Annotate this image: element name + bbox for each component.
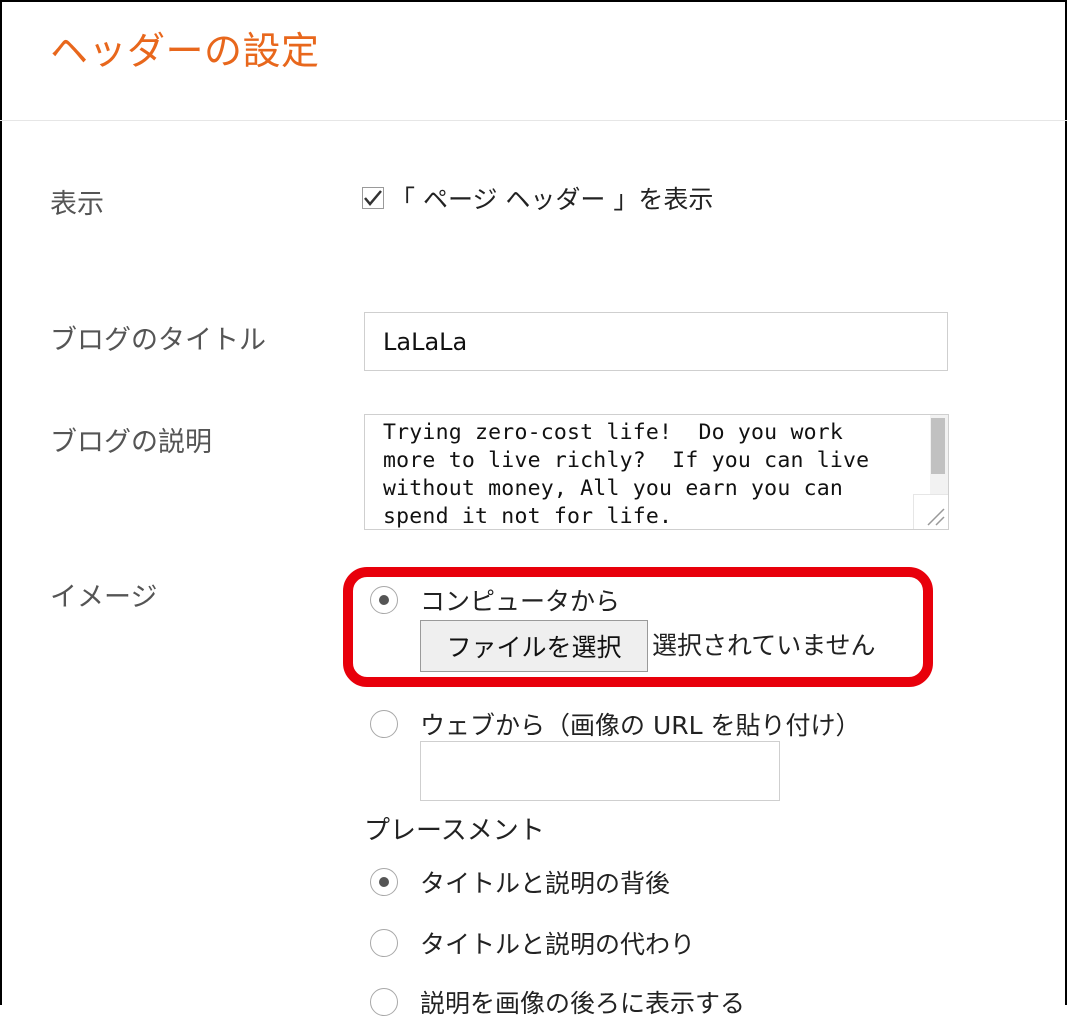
textarea-scrollbar[interactable]	[930, 415, 948, 494]
placement-after-option[interactable]: 説明を画像の後ろに表示する	[370, 984, 745, 1020]
image-source-web-option[interactable]: ウェブから（画像の URL を貼り付け）	[370, 706, 861, 742]
placement-instead-option[interactable]: タイトルと説明の代わり	[370, 925, 695, 961]
placement-behind-radio[interactable]	[370, 868, 398, 896]
show-header-label: 「 ページ ヘッダー 」を表示	[390, 185, 714, 214]
image-source-web-radio[interactable]	[370, 710, 398, 738]
resize-grip-icon[interactable]	[913, 494, 948, 529]
placement-after-radio[interactable]	[370, 988, 398, 1016]
placement-label: プレースメント	[364, 816, 545, 846]
blog-description-label: ブログの説明	[50, 427, 212, 458]
image-label: イメージ	[50, 582, 158, 613]
blog-description-text: Trying zero-cost life! Do you work more …	[383, 420, 870, 529]
blog-title-input[interactable]	[364, 312, 948, 371]
highlight-annotation	[343, 567, 933, 687]
placement-after-label: 説明を画像の後ろに表示する	[420, 989, 746, 1018]
display-label: 表示	[50, 189, 104, 220]
placement-behind-label: タイトルと説明の背後	[420, 869, 671, 898]
placement-instead-radio[interactable]	[370, 929, 398, 957]
show-page-header-option[interactable]: 「 ページ ヘッダー 」を表示	[362, 180, 713, 216]
placement-behind-option[interactable]: タイトルと説明の背後	[370, 864, 670, 900]
show-header-checkbox[interactable]	[362, 187, 384, 209]
placement-instead-label: タイトルと説明の代わり	[420, 930, 696, 959]
image-source-web-label: ウェブから（画像の URL を貼り付け）	[420, 711, 861, 740]
page-title: ヘッダーの設定	[50, 29, 320, 73]
header-divider	[0, 120, 1067, 121]
blog-title-label: ブログのタイトル	[50, 325, 266, 356]
image-url-input[interactable]	[420, 741, 780, 801]
blog-description-textarea[interactable]: Trying zero-cost life! Do you work more …	[364, 414, 949, 530]
checkmark-icon	[364, 190, 382, 206]
scrollbar-thumb[interactable]	[931, 418, 945, 474]
